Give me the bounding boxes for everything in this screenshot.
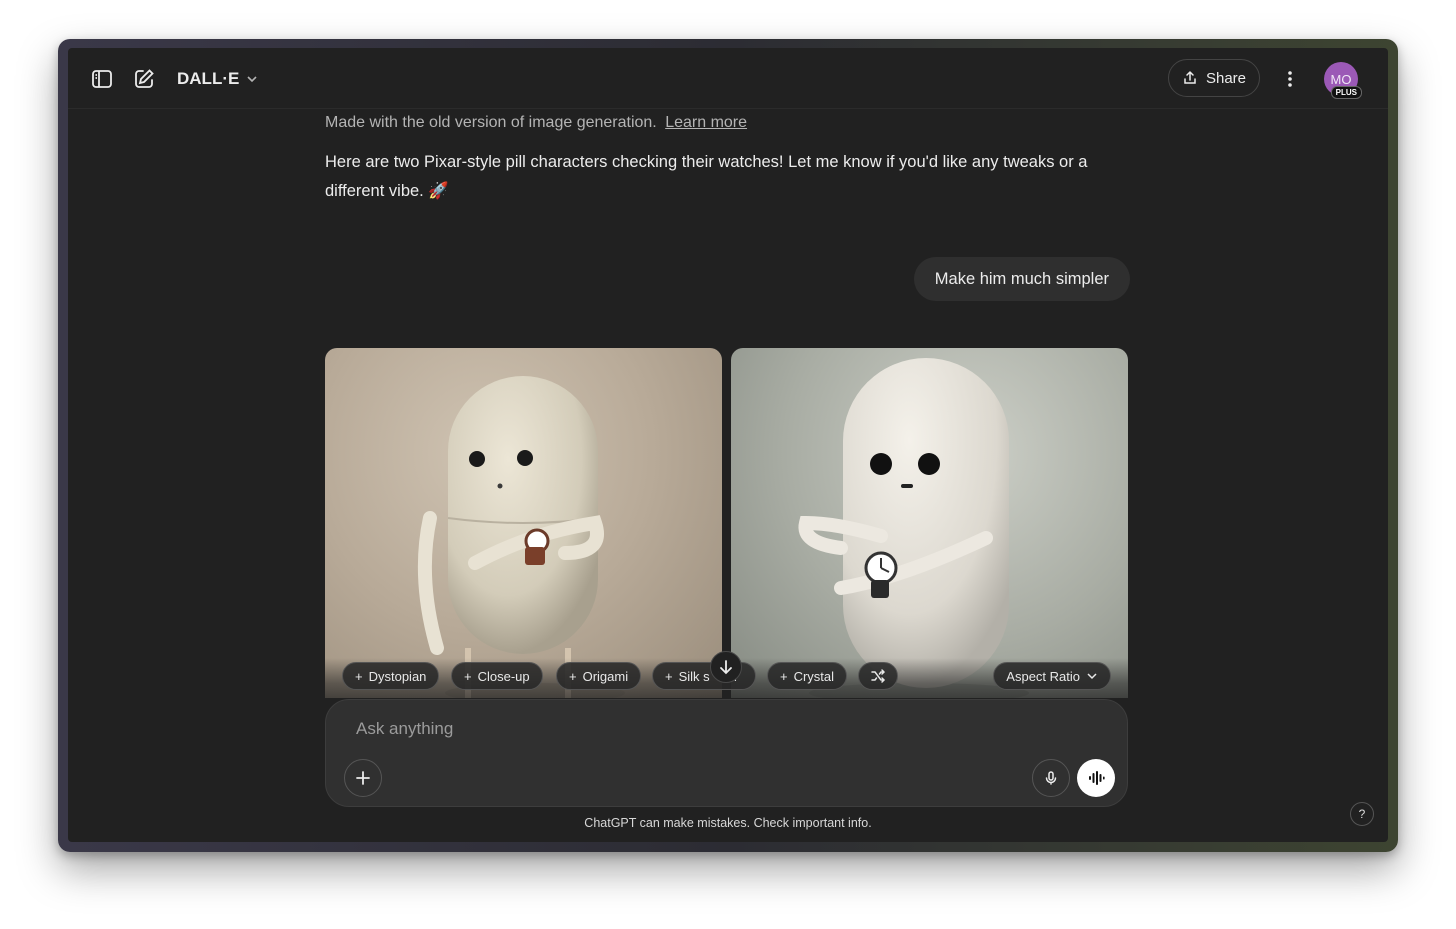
user-message-bubble: Make him much simpler xyxy=(913,257,1130,301)
avatar-initials: MO xyxy=(1330,71,1352,87)
app-window: DALL·E Share MO PLUS Made with the old v… xyxy=(58,39,1398,852)
user-message-text: Make him much simpler xyxy=(934,269,1109,288)
message-input[interactable] xyxy=(354,714,1058,744)
aspect-ratio-label: Aspect Ratio xyxy=(1006,668,1080,684)
voice-mode-button[interactable] xyxy=(1077,759,1115,797)
chip-label: Crystal xyxy=(793,668,835,684)
plus-icon: + xyxy=(355,668,363,684)
attach-button[interactable] xyxy=(344,759,382,797)
chevron-down-icon xyxy=(1087,673,1097,680)
chip-crystal[interactable]: + Crystal xyxy=(767,662,848,690)
generated-image-2[interactable] xyxy=(731,348,1128,698)
pill-character-illustration xyxy=(798,358,1029,698)
share-label: Share xyxy=(1205,69,1247,87)
sidebar-icon xyxy=(92,70,112,88)
compose-icon xyxy=(135,69,154,88)
image-generation-note: Made with the old version of image gener… xyxy=(325,114,747,132)
learn-more-link[interactable]: Learn more xyxy=(665,114,747,131)
avatar[interactable]: MO PLUS xyxy=(1324,62,1362,99)
more-vertical-icon xyxy=(1288,71,1292,87)
plus-icon: + xyxy=(665,668,673,684)
share-icon xyxy=(1184,70,1196,84)
model-selector[interactable]: DALL·E xyxy=(177,66,259,92)
dictate-button[interactable] xyxy=(1032,759,1070,797)
aspect-ratio-dropdown[interactable]: Aspect Ratio xyxy=(993,662,1111,690)
plus-icon: + xyxy=(780,668,788,684)
shuffle-icon xyxy=(871,669,886,683)
top-bar: DALL·E Share MO PLUS xyxy=(68,48,1388,109)
shuffle-button[interactable] xyxy=(858,662,898,690)
chip-dystopian[interactable]: + Dystopian xyxy=(342,662,440,690)
plus-icon: + xyxy=(464,668,472,684)
voice-waveform-icon xyxy=(1089,771,1105,785)
note-text: Made with the old version of image gener… xyxy=(325,114,657,131)
chip-label: Dystopian xyxy=(368,668,427,684)
plus-icon: + xyxy=(569,668,577,684)
message-composer xyxy=(325,699,1128,807)
chip-origami[interactable]: + Origami xyxy=(556,662,642,690)
plus-badge: PLUS xyxy=(1330,86,1362,99)
chip-label: Silk s xyxy=(678,668,710,684)
assistant-message: Here are two Pixar-style pill characters… xyxy=(325,153,1088,200)
share-button[interactable]: Share xyxy=(1168,59,1260,97)
chevron-down-icon xyxy=(247,76,257,83)
plus-icon xyxy=(356,771,370,785)
chat-app: DALL·E Share MO PLUS Made with the old v… xyxy=(68,48,1388,842)
microphone-icon xyxy=(1045,771,1057,785)
scroll-to-bottom-button[interactable] xyxy=(710,651,742,683)
more-options-button[interactable] xyxy=(1274,63,1306,95)
chip-close-up[interactable]: + Close-up xyxy=(451,662,543,690)
sidebar-toggle-button[interactable] xyxy=(86,63,118,95)
chip-label: Close-up xyxy=(477,668,530,684)
model-name: DALL·E xyxy=(177,69,240,88)
arrow-down-icon xyxy=(720,660,732,675)
pill-character-illustration xyxy=(417,376,625,698)
generated-image-1[interactable] xyxy=(325,348,722,698)
chip-label: Origami xyxy=(582,668,629,684)
help-button[interactable]: ? xyxy=(1350,802,1374,826)
disclaimer-text: ChatGPT can make mistakes. Check importa… xyxy=(584,816,872,830)
new-chat-button[interactable] xyxy=(128,63,160,95)
